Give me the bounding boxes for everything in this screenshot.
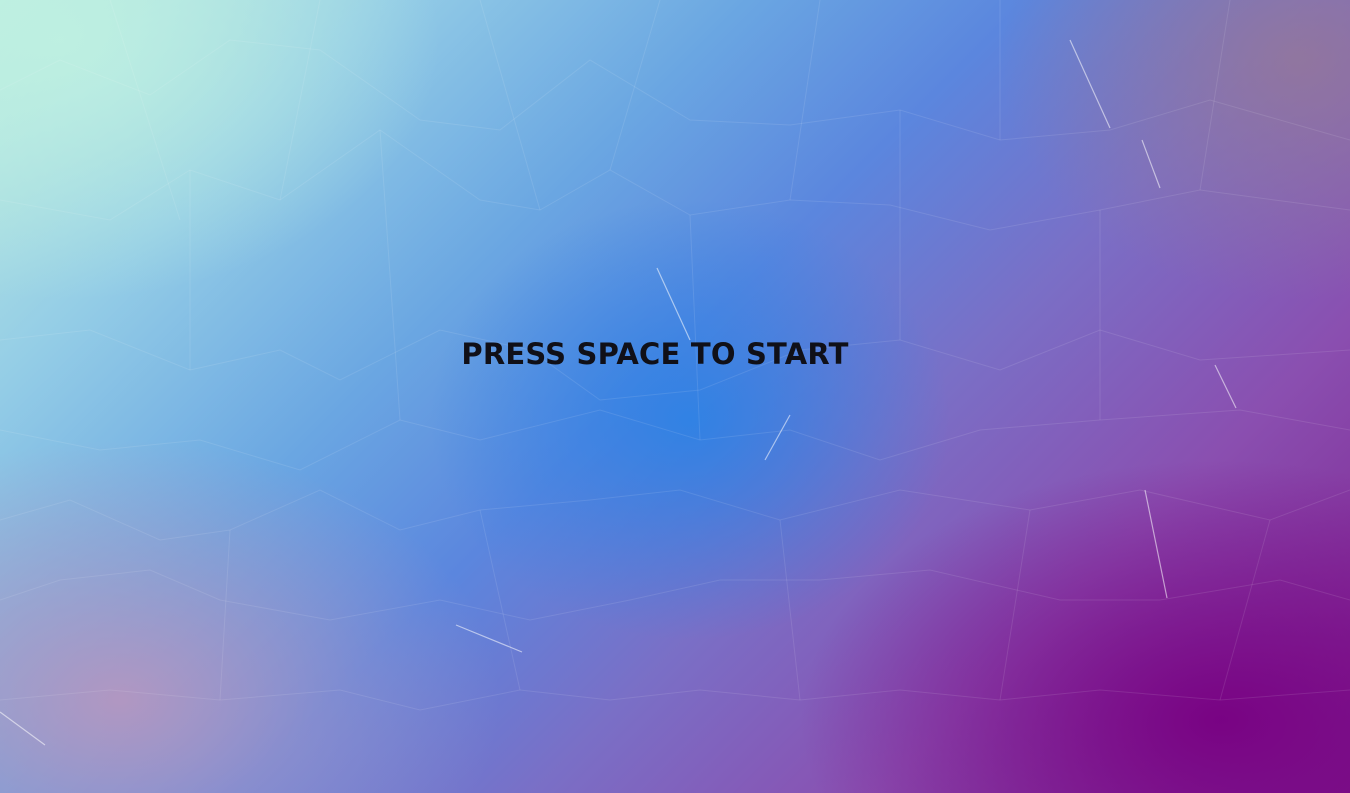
game-screen[interactable]: PRESS SPACE TO START: [0, 0, 1350, 793]
start-prompt: PRESS SPACE TO START: [461, 337, 849, 371]
low-poly-background: [0, 0, 1350, 746]
